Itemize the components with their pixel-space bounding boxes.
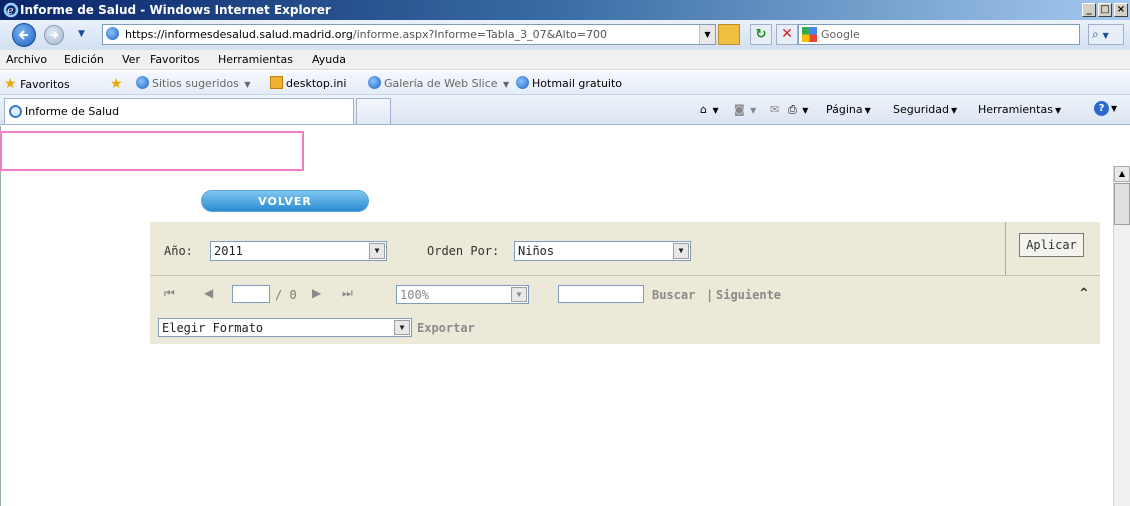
report-toolbar-panel: Año: 2011 ▼ Orden Por: Niños ▼ Aplicar ⏮ ◀… xyxy=(150,222,1100,344)
star-icon: ★ xyxy=(4,76,17,92)
menu-seguridad[interactable]: Seguridad ▼ xyxy=(893,103,957,116)
tab-label: Informe de Salud xyxy=(25,105,120,118)
address-bar[interactable]: https://informesdesalud.salud.madrid.org… xyxy=(102,24,716,45)
zoom-select[interactable]: 100% ▼ xyxy=(396,285,529,304)
window-title-bar: e Informe de Salud - Windows Internet Ex… xyxy=(0,0,1130,20)
favorites-button[interactable]: ★ Favoritos xyxy=(4,76,70,92)
next-page-icon[interactable]: ▶ xyxy=(312,286,321,300)
stop-button[interactable]: ✕ xyxy=(776,24,798,45)
collapse-icon[interactable]: ⌃ xyxy=(1078,286,1090,302)
apply-button[interactable]: Aplicar xyxy=(1019,233,1084,257)
svg-text:e: e xyxy=(7,4,14,17)
find-input[interactable] xyxy=(558,285,644,303)
loading-icon xyxy=(9,105,22,118)
divider xyxy=(150,275,1100,276)
year-label: Año: xyxy=(164,244,193,258)
chevron-down-icon: ▼ xyxy=(511,287,527,302)
address-toolbar: ▼ https://informesdesalud.salud.madrid.o… xyxy=(0,20,1130,50)
tab-informe-de-salud[interactable]: Informe de Salud xyxy=(4,98,354,124)
order-select[interactable]: Niños ▼ xyxy=(514,241,691,261)
fav-web-slice[interactable]: Galería de Web Slice ▼ xyxy=(368,76,509,90)
search-placeholder: Google xyxy=(821,28,860,41)
refresh-button[interactable]: ↻ xyxy=(750,24,772,45)
exportar-link[interactable]: Exportar xyxy=(417,321,475,335)
menu-ver[interactable]: Ver xyxy=(122,53,140,66)
separator: | xyxy=(706,288,714,302)
home-icon[interactable]: ⌂ ▼ xyxy=(700,103,719,116)
history-dropdown-icon[interactable]: ▼ xyxy=(78,29,85,39)
address-dropdown-icon[interactable]: ▼ xyxy=(699,25,715,44)
tab-bar: Informe de Salud ⌂ ▼ ◙ ▼ ✉ ⎙ ▼ Página ▼ S… xyxy=(0,95,1130,125)
menu-herramientas[interactable]: Herramientas xyxy=(218,53,293,66)
menu-edicion[interactable]: Edición xyxy=(64,53,104,66)
menu-pagina[interactable]: Página ▼ xyxy=(826,103,871,116)
google-icon xyxy=(802,27,817,42)
year-select[interactable]: 2011 ▼ xyxy=(210,241,387,261)
ie-logo-icon: e xyxy=(3,2,19,18)
fav-desktop-ini[interactable]: desktop.ini xyxy=(270,76,346,90)
window-title: Informe de Salud - Windows Internet Expl… xyxy=(20,3,331,17)
first-page-icon[interactable]: ⏮ xyxy=(164,286,175,301)
siguiente-link[interactable]: Siguiente xyxy=(716,288,781,302)
minimize-button[interactable]: _ xyxy=(1082,3,1096,17)
address-url: https://informesdesalud.salud.madrid.org… xyxy=(125,28,607,41)
previous-page-icon[interactable]: ◀ xyxy=(204,286,213,300)
buscar-link[interactable]: Buscar xyxy=(652,288,695,302)
order-label: Orden Por: xyxy=(427,244,500,258)
mail-icon[interactable]: ✉ xyxy=(770,103,779,116)
search-input[interactable]: Google xyxy=(798,24,1080,45)
feeds-icon[interactable]: ◙ ▼ xyxy=(734,103,756,116)
menu-ayuda[interactable]: Ayuda xyxy=(312,53,346,66)
menu-herramientas-cmd[interactable]: Herramientas ▼ xyxy=(978,103,1061,116)
add-favorite-icon[interactable]: ★ xyxy=(110,76,123,92)
chevron-down-icon: ▼ xyxy=(673,243,689,259)
format-select[interactable]: Elegir Formato ▼ xyxy=(158,318,412,337)
last-page-icon[interactable]: ⏭ xyxy=(342,286,353,301)
file-icon xyxy=(270,76,283,89)
menu-favoritos[interactable]: Favoritos xyxy=(150,53,200,66)
print-icon[interactable]: ⎙ ▼ xyxy=(788,103,808,117)
scroll-thumb[interactable] xyxy=(1114,183,1130,225)
scroll-up-icon[interactable]: ▲ xyxy=(1114,166,1130,182)
back-button[interactable] xyxy=(12,23,36,47)
lock-icon[interactable] xyxy=(718,24,740,45)
forward-arrow-icon xyxy=(50,31,59,39)
forward-button[interactable] xyxy=(44,25,64,45)
fav-sitios-sugeridos[interactable]: Sitios sugeridos ▼ xyxy=(136,76,251,90)
help-icon[interactable]: ? ▼ xyxy=(1094,101,1117,116)
menu-bar: Archivo Edición Ver Favoritos Herramient… xyxy=(0,50,1130,70)
volver-button[interactable]: VOLVER xyxy=(201,190,369,212)
chevron-down-icon: ▼ xyxy=(394,320,410,335)
page-total: / 0 xyxy=(275,288,297,302)
page-icon xyxy=(106,27,121,42)
favorites-bar: ★ Favoritos ★ Sitios sugeridos ▼ desktop… xyxy=(0,71,1130,95)
chevron-down-icon: ▼ xyxy=(369,243,385,259)
back-arrow-icon xyxy=(18,30,28,40)
close-button[interactable]: × xyxy=(1114,3,1128,17)
new-tab-button[interactable] xyxy=(356,98,391,124)
maximize-button[interactable]: □ xyxy=(1098,3,1112,17)
fav-hotmail[interactable]: Hotmail gratuito xyxy=(516,76,622,90)
page-number-input[interactable] xyxy=(232,285,270,303)
search-button[interactable]: ⌕ ▼ xyxy=(1088,24,1124,45)
magnifier-icon: ⌕ xyxy=(1092,27,1099,41)
divider xyxy=(1005,222,1006,276)
menu-archivo[interactable]: Archivo xyxy=(6,53,47,66)
vertical-scrollbar[interactable]: ▲ xyxy=(1113,166,1130,506)
